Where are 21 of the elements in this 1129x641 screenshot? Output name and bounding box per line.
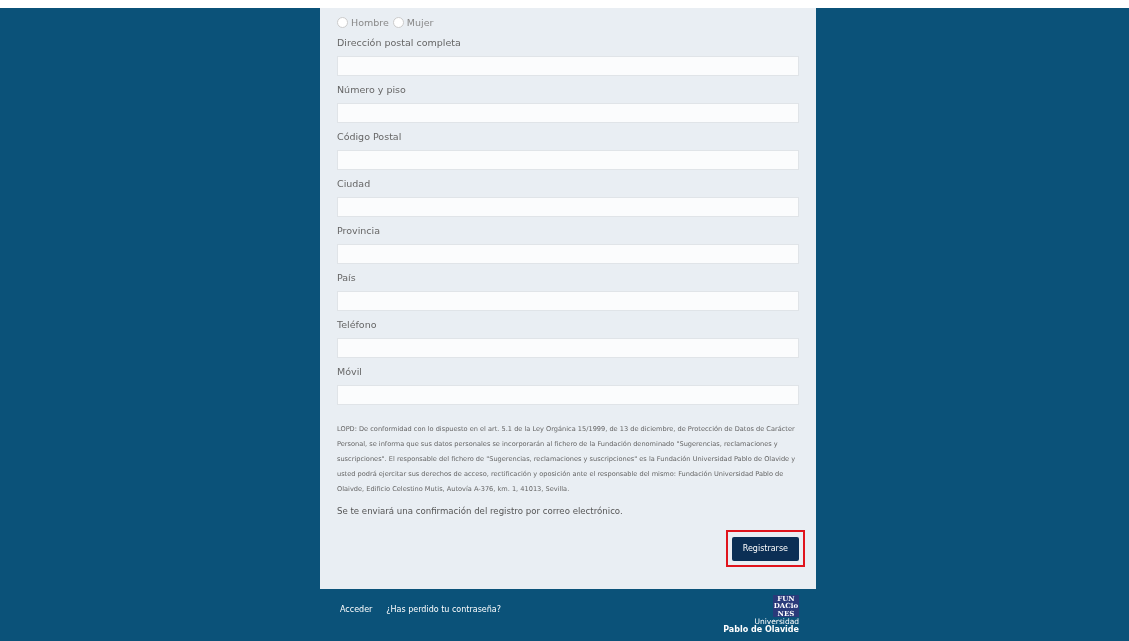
field-label: Móvil: [337, 366, 363, 378]
input-field[interactable]: [337, 103, 799, 123]
footer-link[interactable]: ¿Has perdido tu contraseña?: [386, 604, 501, 614]
confirmation-note: Se te enviará una confirmación del registro por correo electrónico.: [337, 506, 624, 516]
field-label: Provincia: [337, 225, 382, 237]
register-button[interactable]: Registrarse: [731, 536, 799, 561]
input-field[interactable]: [337, 150, 799, 170]
input-field[interactable]: [337, 197, 799, 217]
field-label: País: [337, 272, 357, 284]
field-label: Código Postal: [337, 131, 403, 143]
logo-caption: Pablo de Olavide: [723, 626, 799, 634]
field-label: Teléfono: [337, 319, 378, 331]
input-field[interactable]: [337, 291, 799, 311]
input-field[interactable]: [337, 56, 799, 76]
field-label: Número y piso: [337, 84, 407, 96]
input-field[interactable]: [337, 244, 799, 264]
input-field[interactable]: [337, 385, 799, 405]
input-field[interactable]: [337, 338, 799, 358]
footer-link[interactable]: Acceder: [340, 604, 373, 614]
field-label: Ciudad: [337, 178, 372, 190]
field-label: Dirección postal completa: [337, 37, 462, 49]
